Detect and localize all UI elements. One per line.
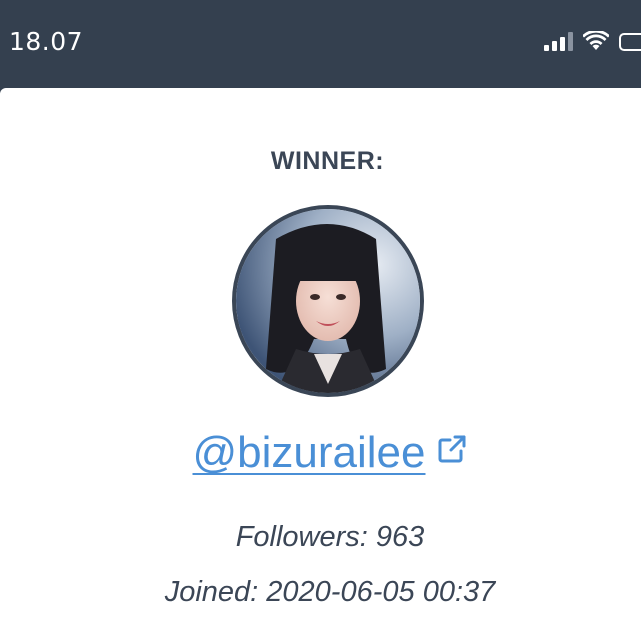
username-link[interactable]: @bizurailee	[193, 428, 426, 477]
status-icons	[544, 31, 641, 51]
status-time: 18.07	[9, 27, 84, 56]
followers-count: Followers: 963	[235, 521, 425, 553]
winner-label: WINNER:	[270, 147, 385, 175]
signal-icon	[544, 32, 573, 51]
battery-icon	[619, 33, 641, 51]
status-bar: 18.07	[0, 0, 641, 88]
avatar	[232, 205, 424, 397]
joined-date: Joined: 2020-06-05 00:37	[164, 576, 496, 608]
external-link-icon[interactable]	[436, 433, 468, 465]
wifi-icon	[583, 31, 609, 50]
avatar-image	[236, 209, 420, 393]
username-row: @bizurailee	[0, 428, 641, 478]
